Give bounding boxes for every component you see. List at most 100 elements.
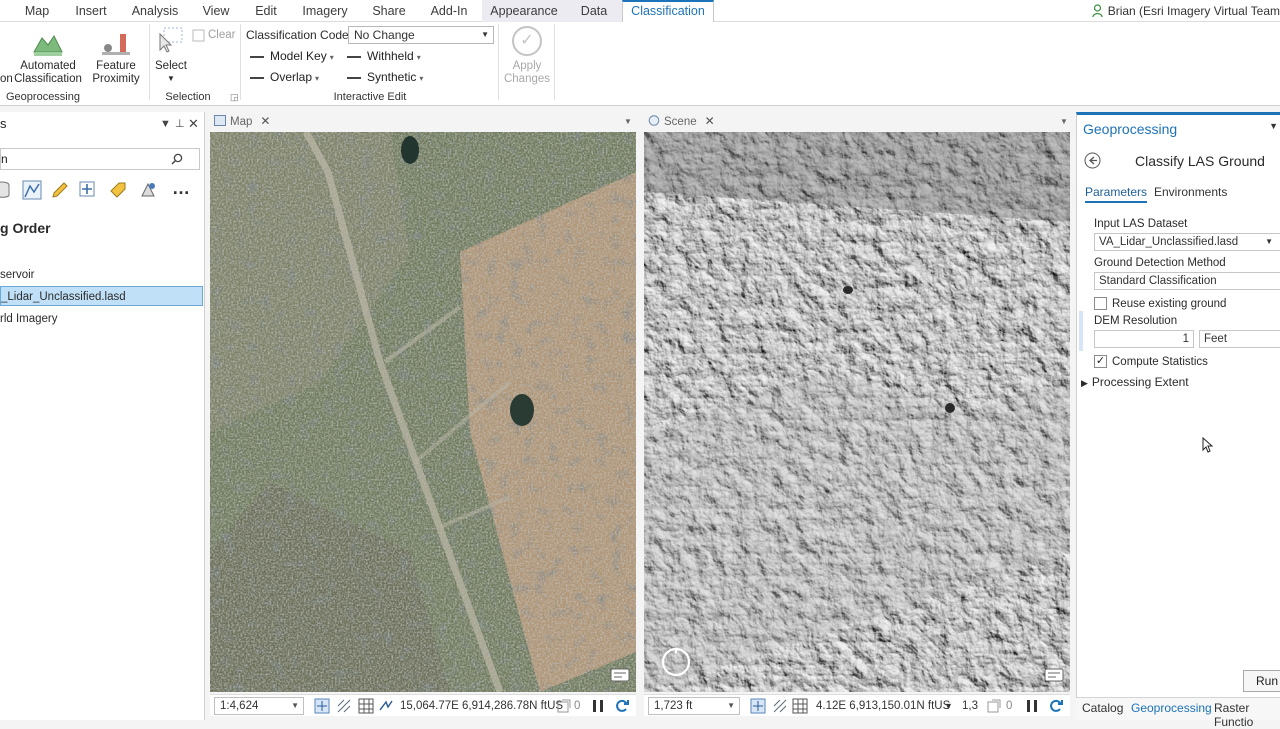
geoprocessing-pane: Geoprocessing ▼ Classify LAS Ground Para… (1076, 112, 1280, 697)
tab-classification[interactable]: Classification (622, 0, 714, 23)
automated-classification-label-2: Classification (14, 73, 82, 85)
scale-lock-icon[interactable] (336, 698, 352, 714)
user-account[interactable]: Brian (Esri Imagery Virtual Team (1092, 0, 1280, 22)
label-tag-icon[interactable] (108, 180, 128, 200)
view-tab-overflow-icon[interactable]: ▼ (1060, 113, 1068, 130)
map-scale-select[interactable]: 1:4,624 ▼ (214, 697, 304, 715)
reuse-existing-ground-checkbox[interactable]: Reuse existing ground (1094, 297, 1226, 311)
withheld-flag[interactable]: Withheld ▾ (347, 49, 421, 63)
compute-statistics-checkbox[interactable]: ✓ Compute Statistics (1094, 355, 1208, 369)
contents-pane-title: s (0, 116, 7, 131)
view-tab-scene[interactable]: Scene ✕ (648, 113, 715, 130)
apply-changes-button[interactable]: ✓ Apply Changes (503, 24, 551, 86)
tab-map[interactable]: Map (18, 0, 56, 22)
select-button[interactable]: Select ▼ (154, 26, 188, 84)
tab-data[interactable]: Data (566, 0, 622, 22)
snapping-icon[interactable] (378, 698, 394, 714)
chevron-down-icon[interactable]: ▼ (944, 698, 953, 714)
close-icon[interactable]: ✕ (705, 114, 715, 128)
add-data-icon[interactable] (78, 180, 98, 200)
tab-view[interactable]: View (198, 0, 234, 22)
tab-share[interactable]: Share (368, 0, 410, 22)
compute-statistics-label: Compute Statistics (1112, 356, 1208, 368)
refresh-icon[interactable] (1048, 698, 1064, 714)
active-parameter-indicator (1079, 311, 1083, 351)
tab-raster-functions[interactable]: Raster Functio (1214, 701, 1280, 729)
classification-code-select[interactable]: No Change ▼ (348, 26, 494, 44)
scene-canvas[interactable] (644, 132, 1070, 692)
pause-icon[interactable] (1024, 698, 1040, 714)
symbology-icon[interactable] (138, 180, 158, 200)
back-arrow-icon[interactable] (1084, 152, 1101, 169)
refresh-icon[interactable] (614, 698, 630, 714)
feature-proximity-button[interactable]: Feature Proximity (88, 28, 144, 88)
tab-analysis[interactable]: Analysis (128, 0, 182, 22)
grid-icon[interactable] (792, 698, 808, 714)
select-dropdown-caret: ▼ (167, 74, 175, 83)
line-symbol-icon (347, 55, 361, 58)
run-button[interactable]: Run (1243, 670, 1280, 692)
synthetic-flag[interactable]: Synthetic ▾ (347, 70, 423, 84)
tab-geoprocessing[interactable]: Geoprocessing (1131, 701, 1212, 715)
checkmark-icon: ✓ (512, 26, 542, 56)
dem-resolution-unit-select[interactable]: Feet (1199, 330, 1280, 348)
feature-proximity-label-1: Feature (96, 60, 136, 72)
automated-classification-button[interactable]: Automated Classification (12, 28, 84, 88)
tab-edit[interactable]: Edit (250, 0, 282, 22)
overlap-flag[interactable]: Overlap ▾ (250, 70, 319, 84)
selection-options-launcher[interactable]: ◲ (230, 91, 239, 104)
feature-proximity-label-2: Proximity (92, 73, 140, 85)
polygon-layer-icon[interactable] (22, 180, 42, 200)
input-las-dataset-value: VA_Lidar_Unclassified.lasd (1099, 236, 1239, 248)
select-cursor-icon (159, 27, 183, 53)
clear-button[interactable]: Clear (192, 28, 236, 44)
pane-options-icon[interactable]: ▼ (1269, 121, 1278, 131)
input-las-dataset-field[interactable]: VA_Lidar_Unclassified.lasd ▼ (1094, 233, 1280, 251)
tab-parameters[interactable]: Parameters (1085, 185, 1148, 203)
tab-add-in[interactable]: Add-In (426, 0, 472, 22)
line-symbol-icon (250, 76, 264, 79)
model-key-flag[interactable]: Model Key ▾ (250, 49, 334, 63)
chat-bubble-icon[interactable] (1044, 668, 1064, 686)
map-canvas[interactable] (210, 132, 636, 692)
tab-insert[interactable]: Insert (70, 0, 112, 22)
scene-distance-select[interactable]: 1,723 ft ▼ (648, 697, 740, 715)
ground-detection-method-value: Standard Classification (1099, 275, 1217, 287)
database-icon[interactable] (0, 180, 14, 200)
automated-classification-label-1: Automated (20, 60, 76, 72)
chat-bubble-icon[interactable] (610, 668, 630, 686)
fixed-zoom-icon[interactable] (314, 698, 330, 714)
ground-detection-method-select[interactable]: Standard Classification (1094, 272, 1280, 290)
layer-item[interactable]: servoir (0, 265, 203, 285)
aerial-imagery (210, 132, 636, 692)
navigator-ring-icon[interactable] (660, 646, 692, 678)
tab-imagery[interactable]: Imagery (298, 0, 352, 22)
scene-distance-value: 1,723 ft (654, 700, 693, 712)
layer-item[interactable]: rld Imagery (0, 309, 203, 329)
fixed-zoom-icon[interactable] (750, 698, 766, 714)
dem-resolution-input[interactable]: 1 (1094, 330, 1194, 348)
contents-search-input[interactable]: n (0, 148, 200, 170)
close-icon[interactable]: ✕ (260, 114, 270, 128)
globe-icon (648, 115, 660, 126)
withheld-label: Withheld (367, 49, 414, 63)
search-icon[interactable] (171, 153, 183, 165)
more-options-icon[interactable]: … (172, 178, 190, 198)
tab-catalog[interactable]: Catalog (1082, 701, 1123, 715)
layer-name: rld Imagery (0, 313, 58, 325)
grid-icon[interactable] (358, 698, 374, 714)
synthetic-label: Synthetic (367, 70, 417, 84)
layer-item-selected[interactable]: _Lidar_Unclassified.lasd (0, 286, 203, 306)
tab-environments[interactable]: Environments (1154, 185, 1227, 199)
close-icon[interactable]: ✕ (188, 112, 199, 136)
scale-lock-icon[interactable] (772, 698, 788, 714)
tab-appearance[interactable]: Appearance (482, 0, 566, 22)
processing-extent-expander[interactable]: ▶ Processing Extent (1081, 375, 1189, 389)
pane-options-icon[interactable]: ▼ (160, 112, 171, 136)
view-tab-map[interactable]: Map ✕ (214, 113, 270, 130)
view-tab-overflow-icon[interactable]: ▼ (624, 113, 632, 130)
edit-pencil-icon[interactable] (50, 180, 70, 200)
pause-icon[interactable] (590, 698, 606, 714)
pin-icon[interactable]: ⊥ (175, 112, 185, 136)
dem-resolution-label: DEM Resolution (1094, 315, 1178, 327)
